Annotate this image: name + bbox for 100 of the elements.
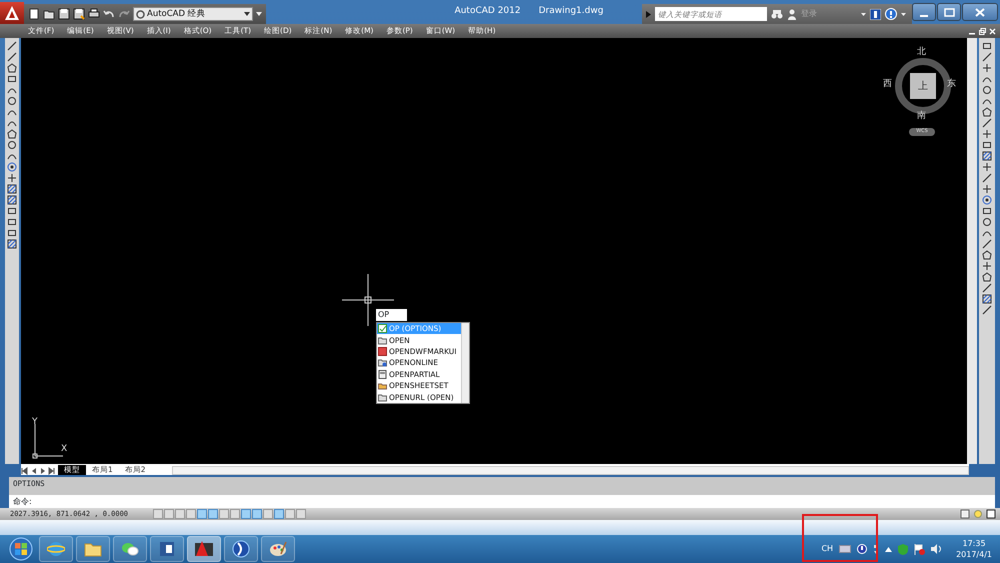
workspace-dropdown[interactable]: AutoCAD 经典: [133, 7, 253, 21]
clock-time[interactable]: 17:35: [962, 538, 986, 549]
speaker-icon[interactable]: [931, 544, 942, 554]
folder-icon[interactable]: [43, 8, 55, 20]
status-toggle-button[interactable]: [175, 509, 185, 519]
horizontal-scrollbar[interactable]: [172, 466, 969, 475]
status-toggle-button[interactable]: [208, 509, 218, 519]
hatch-icon[interactable]: [982, 294, 992, 304]
close-icon[interactable]: [989, 28, 996, 34]
vertical-scrollbar[interactable]: [967, 38, 977, 464]
keyboard-icon[interactable]: [839, 545, 852, 553]
binoculars-icon[interactable]: [771, 8, 783, 20]
minimize-icon: [920, 15, 928, 17]
rectangle-icon[interactable]: [982, 41, 992, 51]
polygon-icon[interactable]: [7, 129, 17, 139]
line-icon[interactable]: [7, 52, 17, 62]
first-tab-icon[interactable]: [21, 467, 29, 475]
next-tab-icon[interactable]: [39, 467, 47, 475]
hatch-icon[interactable]: [7, 184, 17, 194]
taskbar-button[interactable]: [150, 536, 184, 562]
circle-icon[interactable]: [982, 85, 992, 95]
status-toggle-button[interactable]: [230, 509, 240, 519]
line-icon[interactable]: [982, 305, 992, 315]
polygon-icon[interactable]: [982, 107, 992, 117]
close-button[interactable]: [962, 3, 998, 21]
command-prompt[interactable]: 命令:: [9, 495, 995, 508]
line-icon[interactable]: [982, 283, 992, 293]
clock-date[interactable]: 2017/4/1: [956, 549, 992, 560]
printer-icon[interactable]: [88, 8, 100, 20]
circle-icon[interactable]: [7, 140, 17, 150]
cross-arrows-icon[interactable]: [7, 173, 17, 183]
workspace-name: AutoCAD 经典: [147, 8, 207, 20]
help-icon[interactable]: [857, 544, 868, 554]
caret-icon[interactable]: [901, 12, 906, 16]
minimize-button[interactable]: [912, 3, 936, 21]
flag-icon[interactable]: [914, 544, 926, 554]
help-icon[interactable]: [885, 8, 897, 20]
line-icon[interactable]: [982, 118, 992, 128]
line-icon[interactable]: [982, 173, 992, 183]
taskbar-button[interactable]: [113, 536, 147, 562]
compass-label[interactable]: 东: [947, 78, 956, 92]
maximize-button[interactable]: [937, 3, 961, 21]
status-toggle-button[interactable]: [164, 509, 174, 519]
expand-arrow-icon[interactable]: [646, 10, 651, 18]
circle-icon[interactable]: [982, 217, 992, 227]
cross-arrows-icon[interactable]: [982, 184, 992, 194]
point-icon[interactable]: [7, 162, 17, 172]
previous-tab-icon[interactable]: [30, 467, 38, 475]
app-menu-button[interactable]: [0, 2, 24, 24]
taskbar-button[interactable]: [187, 536, 221, 562]
cross-arrows-icon[interactable]: [982, 162, 992, 172]
caret-icon[interactable]: [861, 12, 866, 16]
globe-folder-icon: [378, 358, 387, 368]
language-indicator[interactable]: CH: [821, 543, 834, 555]
status-toggle-button[interactable]: [241, 509, 251, 519]
redo-arrow-icon[interactable]: [118, 8, 130, 20]
restore-icon[interactable]: [979, 28, 986, 34]
line-icon[interactable]: [7, 41, 17, 51]
compass-label[interactable]: 北: [917, 46, 926, 60]
user-icon[interactable]: [787, 8, 797, 20]
hatch-icon[interactable]: [982, 151, 992, 161]
hatch-icon[interactable]: [7, 195, 17, 205]
rectangle-icon[interactable]: [982, 206, 992, 216]
undo-arrow-icon[interactable]: [103, 8, 115, 20]
dynamic-input-field[interactable]: OP: [376, 309, 407, 321]
taskbar-button[interactable]: [39, 536, 73, 562]
circle-icon[interactable]: [7, 96, 17, 106]
hatch-icon[interactable]: [7, 239, 17, 249]
viewcube-face[interactable]: 上: [910, 73, 936, 99]
polygon-icon[interactable]: [982, 272, 992, 282]
list-scrollbar[interactable]: [461, 323, 469, 403]
cross-arrows-icon[interactable]: [982, 261, 992, 271]
last-tab-icon[interactable]: [48, 467, 56, 475]
status-toggle-button[interactable]: [285, 509, 295, 519]
status-toggle-button[interactable]: [219, 509, 229, 519]
polygon-icon[interactable]: [982, 250, 992, 260]
cross-arrows-icon[interactable]: [982, 63, 992, 73]
cross-arrows-icon[interactable]: [982, 129, 992, 139]
status-toggle-button[interactable]: [296, 509, 306, 519]
status-toggle-button[interactable]: [153, 509, 163, 519]
rectangle-icon[interactable]: [982, 140, 992, 150]
taskbar-button[interactable]: [76, 536, 110, 562]
taskbar-button[interactable]: [261, 536, 295, 562]
show-hidden-icons-button[interactable]: [885, 546, 892, 552]
status-toggle-button[interactable]: [197, 509, 207, 519]
status-toggle-button[interactable]: [274, 509, 284, 519]
point-icon[interactable]: [982, 195, 992, 205]
document-icon[interactable]: [28, 8, 40, 20]
polygon-icon[interactable]: [7, 63, 17, 73]
workspace-icon[interactable]: [960, 509, 970, 519]
taskbar-button[interactable]: [224, 536, 258, 562]
status-toggle-button[interactable]: [252, 509, 262, 519]
compass-label[interactable]: 南: [917, 110, 926, 124]
clean-screen-icon[interactable]: [986, 509, 996, 519]
status-toggle-button[interactable]: [263, 509, 273, 519]
compass-label[interactable]: 西: [883, 78, 892, 92]
rectangle-icon[interactable]: [7, 74, 17, 84]
line-icon[interactable]: [982, 52, 992, 62]
status-toggle-button[interactable]: [186, 509, 196, 519]
line-icon[interactable]: [982, 239, 992, 249]
